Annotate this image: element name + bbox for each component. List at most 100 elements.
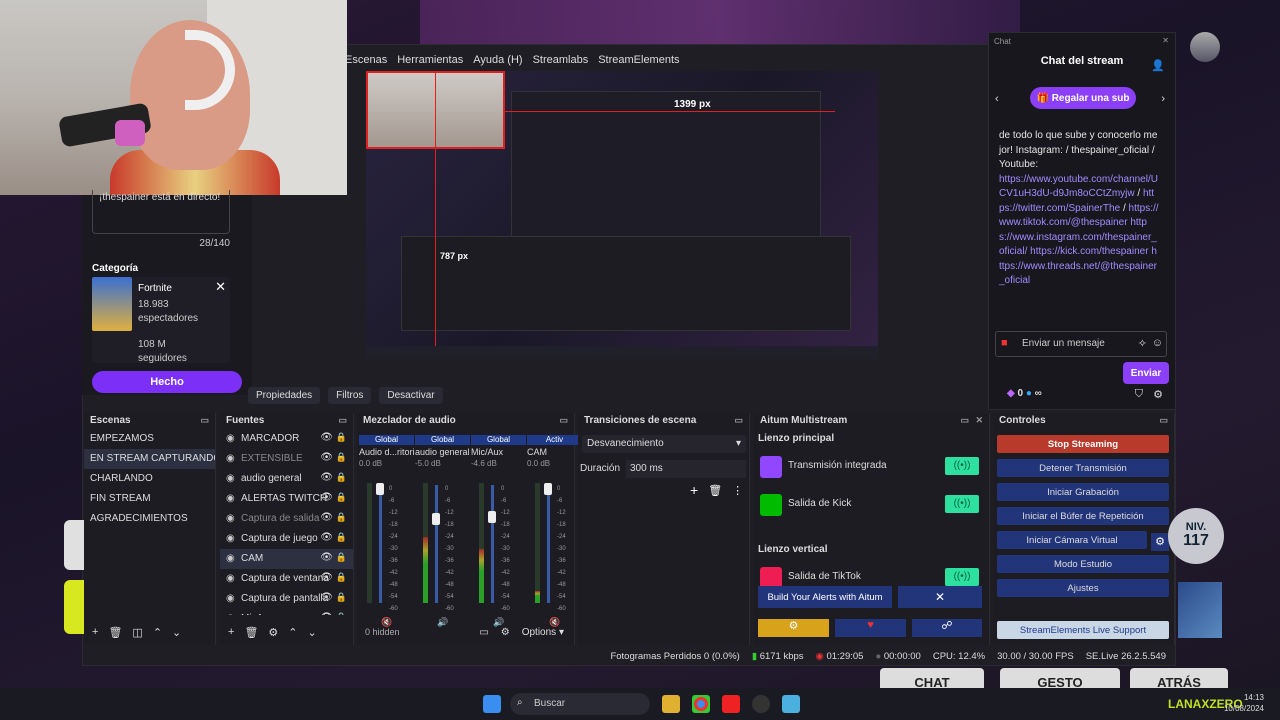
dock-menu-icon[interactable]: ▭ (559, 415, 568, 426)
broadcast-toggle[interactable]: ((•)) (945, 457, 979, 475)
lock-icon[interactable]: 🔒 (336, 432, 347, 443)
shield-icon[interactable]: ⛉ (1135, 388, 1143, 401)
eye-icon[interactable]: 👁 (320, 592, 333, 603)
eye-icon[interactable]: 👁 (320, 492, 333, 503)
settings-gear-button[interactable]: ⚙ (758, 619, 829, 637)
gear-icon[interactable]: ⚙ (268, 626, 278, 639)
control-button[interactable]: Detener Transmisión (997, 459, 1169, 477)
scene-item[interactable]: CHARLANDO (84, 469, 215, 489)
source-item[interactable]: ◉ audio general 👁 🔒 (220, 469, 353, 489)
close-icon[interactable]: ✕ (975, 415, 983, 426)
source-item[interactable]: ◉ CAM 👁 🔒 (220, 549, 353, 569)
channel-name[interactable]: audio general (415, 447, 470, 457)
obs-icon[interactable] (752, 695, 770, 713)
channel-name[interactable]: Audio d...ritorio (359, 447, 414, 457)
eye-icon[interactable]: 👁 (320, 432, 333, 443)
down-icon[interactable]: ⌄ (172, 626, 181, 639)
fader-knob[interactable] (376, 483, 384, 495)
eye-icon[interactable]: 👁 (320, 612, 333, 615)
channel-name[interactable]: CAM (527, 447, 582, 457)
taskbar-search[interactable]: Buscar (510, 693, 650, 715)
chevron-left-icon[interactable]: ‹ (995, 93, 999, 105)
send-button[interactable]: Enviar (1123, 362, 1169, 384)
eye-icon[interactable]: 👁 (320, 532, 333, 543)
close-icon[interactable]: ✕ (898, 586, 982, 608)
lock-icon[interactable]: 🔒 (336, 612, 347, 615)
youtube-icon[interactable] (722, 695, 740, 713)
eye-icon[interactable]: 👁 (320, 572, 333, 583)
app-icon[interactable] (782, 695, 800, 713)
filters-button[interactable]: Filtros (328, 386, 372, 404)
lock-icon[interactable]: 🔒 (336, 452, 347, 463)
add-icon[interactable]: + (92, 626, 98, 638)
control-button[interactable]: Ajustes (997, 579, 1169, 597)
dock-menu-icon[interactable]: ▭ (338, 415, 347, 426)
chrome-icon[interactable] (692, 695, 710, 713)
trash-icon[interactable]: 🗑 (244, 626, 258, 639)
eye-icon[interactable]: 👁 (320, 452, 333, 463)
down-icon[interactable]: ⌄ (308, 626, 317, 639)
broadcast-toggle[interactable]: ((•)) (945, 568, 979, 586)
volume-fader[interactable] (491, 485, 494, 603)
heart-icon[interactable]: ♥ (835, 619, 906, 637)
menu-herramientas[interactable]: Herramientas (397, 54, 463, 66)
lock-icon[interactable]: 🔒 (336, 532, 347, 543)
eye-icon[interactable]: 👁 (320, 472, 333, 483)
lock-icon[interactable]: 🔒 (336, 592, 347, 603)
lock-icon[interactable]: 🔒 (336, 552, 347, 563)
gift-sub-button[interactable]: 🎁 Regalar una sub (1030, 87, 1136, 109)
source-item[interactable]: ◉ Captura de pantalla 👁 🔒 (220, 589, 353, 609)
up-icon[interactable]: ⌃ (288, 626, 297, 639)
users-icon[interactable]: 👤 (1151, 59, 1165, 72)
close-icon[interactable]: ✕ (215, 279, 226, 295)
up-icon[interactable]: ⌃ (153, 626, 162, 639)
channel-name[interactable]: Mic/Aux (471, 447, 526, 457)
close-icon[interactable]: ✕ (1162, 36, 1169, 45)
preview-canvas[interactable]: 1399 px 787 px (366, 71, 878, 359)
source-item[interactable]: ◉MicAux 👁🔒 (220, 609, 353, 615)
trash-icon[interactable]: 🗑 (708, 484, 722, 498)
volume-fader[interactable] (547, 485, 550, 603)
done-button[interactable]: Hecho (92, 371, 242, 393)
gear-icon[interactable]: ⚙ (1153, 388, 1163, 401)
youtube-link[interactable]: https://www.youtube.com/channel/UCV1uH3d… (999, 174, 1158, 200)
transition-select[interactable]: Desvanecimiento ▾ (582, 435, 746, 453)
menu-streamelements[interactable]: StreamElements (598, 54, 679, 66)
options-button[interactable]: Options ▾ (522, 627, 564, 638)
dock-menu-icon[interactable]: ▭ (1159, 415, 1168, 426)
source-item[interactable]: ◉ Captura de ventana 👁 🔒 (220, 569, 353, 589)
se-support-button[interactable]: StreamElements Live Support (997, 621, 1169, 639)
chevron-right-icon[interactable]: › (1161, 93, 1165, 105)
source-item[interactable]: ◉ EXTENSIBLE 👁 🔒 (220, 449, 353, 469)
mixer-gear-icon[interactable]: ⚙ (501, 627, 510, 638)
stream-title-field[interactable]: ¡thespainer está en directo! (92, 190, 230, 234)
scene-item[interactable]: EMPEZAMOS (84, 429, 215, 449)
lock-icon[interactable]: 🔒 (336, 512, 347, 523)
folder-icon[interactable] (662, 695, 680, 713)
control-button[interactable]: Modo Estudio (997, 555, 1169, 573)
trash-icon[interactable]: 🗑 (108, 626, 122, 639)
fader-knob[interactable] (488, 510, 496, 523)
dock-menu-icon[interactable]: ▭ (734, 415, 743, 426)
scene-item[interactable]: AGRADECIMIENTOS (84, 509, 215, 529)
volume-fader[interactable] (435, 485, 438, 603)
build-alerts-button[interactable]: Build Your Alerts with Aitum (758, 586, 892, 608)
add-icon[interactable]: + (690, 482, 698, 498)
dock-menu-icon[interactable]: ▭ (960, 415, 969, 426)
kick-link[interactable]: https://kick.com/thespainer (1030, 246, 1148, 257)
source-item[interactable]: ◉ Captura de juego 👁 🔒 (220, 529, 353, 549)
disable-button[interactable]: Desactivar (379, 386, 443, 404)
dock-menu-icon[interactable]: ▭ (200, 415, 209, 426)
lock-icon[interactable]: 🔒 (336, 572, 347, 583)
windows-icon[interactable] (483, 695, 501, 713)
control-button[interactable]: Stop Streaming (997, 435, 1169, 453)
fader-knob[interactable] (544, 483, 552, 495)
control-button[interactable]: Iniciar el Búfer de Repetición (997, 507, 1169, 525)
control-button[interactable]: Iniciar Grabación (997, 483, 1169, 501)
source-item[interactable]: ◉ MARCADOR 👁 🔒 (220, 429, 353, 449)
volume-fader[interactable] (379, 485, 382, 603)
discord-icon[interactable]: ☍ (912, 619, 982, 637)
smile-icon[interactable]: ☺ (1152, 337, 1163, 349)
menu-escenas[interactable]: Escenas (345, 54, 387, 66)
virtual-cam-gear-icon[interactable]: ⚙ (1151, 533, 1169, 551)
